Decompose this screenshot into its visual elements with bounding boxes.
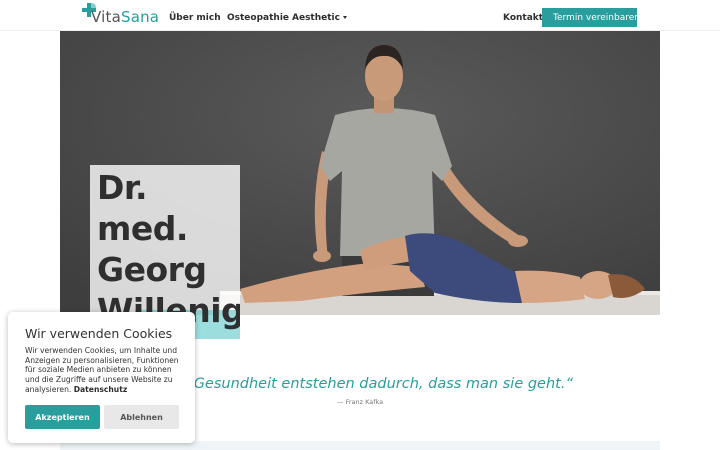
- hero-name-line-2: med.: [97, 209, 188, 248]
- nav-link-aesthetic[interactable]: Aesthetic: [292, 13, 347, 23]
- quote-text: der Gesundheit entstehen dadurch, dass m…: [165, 376, 573, 392]
- logo-sana: Sana: [120, 8, 160, 26]
- navbar: VitaSana Über mich Osteopathie Aesthetic…: [0, 0, 720, 31]
- hero-name-line-1: Dr.: [97, 168, 148, 207]
- hero-name-line-3: Georg: [97, 250, 207, 289]
- nav-link-kontakt[interactable]: Kontakt: [503, 13, 543, 23]
- logo-vita: Vita: [91, 8, 121, 26]
- logo-text: VitaSana: [91, 8, 159, 26]
- appointment-button-label: Termin vereinbaren: [553, 12, 640, 23]
- nav-link-osteopathie[interactable]: Osteopathie: [227, 13, 289, 23]
- accept-cookies-button[interactable]: Akzeptieren: [25, 405, 100, 429]
- nav-link-aesthetic-label: Aesthetic: [292, 13, 340, 23]
- cookie-text: Wir verwenden Cookies, um Inhalte und An…: [25, 346, 185, 395]
- page: VitaSana Über mich Osteopathie Aesthetic…: [0, 0, 720, 450]
- cookie-title: Wir verwenden Cookies: [25, 326, 173, 341]
- chevron-down-icon: [342, 16, 347, 19]
- quote-author: — Franz Kafka: [337, 398, 384, 406]
- privacy-link[interactable]: Datenschutz: [74, 385, 128, 394]
- appointment-button[interactable]: Termin vereinbaren: [542, 8, 640, 27]
- decline-cookies-button[interactable]: Ablehnen: [104, 405, 179, 429]
- nav-link-ueber-mich[interactable]: Über mich: [169, 13, 221, 23]
- cookie-banner: Wir verwenden Cookies Wir verwenden Cook…: [8, 312, 195, 443]
